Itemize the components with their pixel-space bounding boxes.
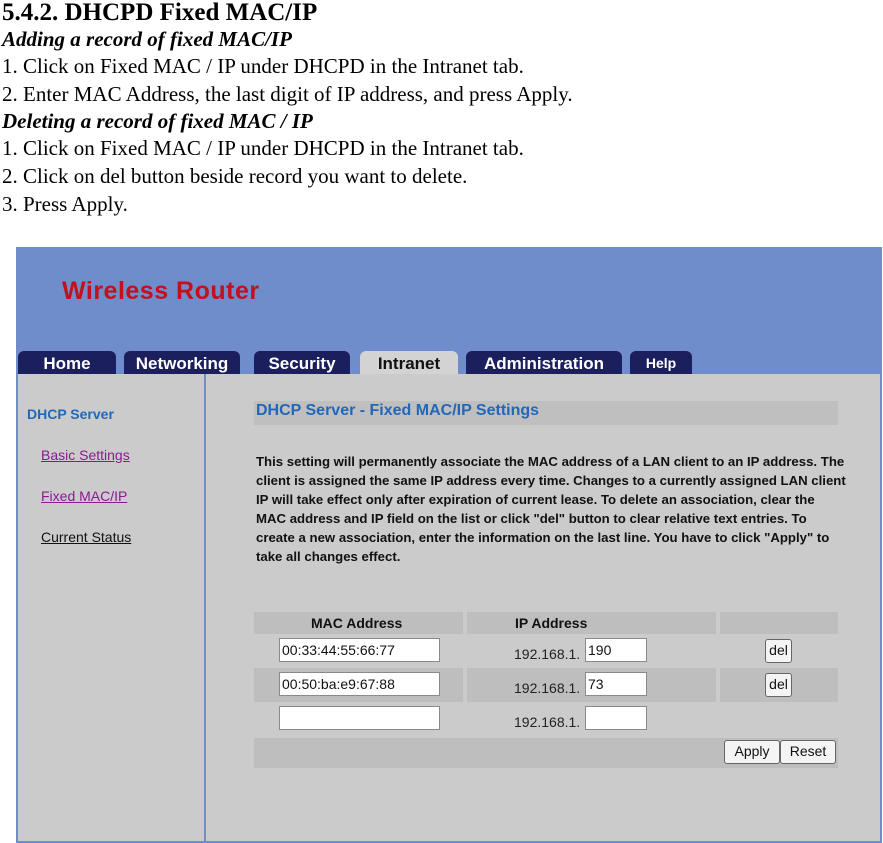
tab-home[interactable]: Home: [18, 351, 116, 374]
router-body: DHCP Server Basic Settings Fixed MAC/IP …: [16, 374, 882, 843]
ip-prefix: 192.168.1.: [514, 680, 581, 696]
del-button[interactable]: del: [765, 639, 792, 663]
reset-button[interactable]: Reset: [780, 740, 836, 764]
table-row: 192.168.1. del: [254, 634, 838, 668]
content-panel: DHCP Server - Fixed MAC/IP Settings This…: [206, 374, 880, 841]
ip-prefix: 192.168.1.: [514, 714, 581, 730]
table-footer: Apply Reset: [254, 738, 838, 768]
sidebar: DHCP Server Basic Settings Fixed MAC/IP …: [18, 374, 206, 841]
tab-help[interactable]: Help: [630, 351, 692, 374]
deleting-step: 2. Click on del button beside record you…: [2, 164, 468, 188]
column-header-mac: MAC Address: [311, 615, 403, 631]
section-heading: 5.4.2. DHCPD Fixed MAC/IP: [2, 0, 318, 26]
sidebar-item-basic-settings[interactable]: Basic Settings: [41, 447, 130, 463]
router-screenshot: Wireless Router Home Networking Security…: [16, 247, 882, 843]
new-mac-address-input[interactable]: [279, 706, 440, 730]
adding-step: 1. Click on Fixed MAC / IP under DHCPD i…: [2, 54, 524, 78]
deleting-step: 3. Press Apply.: [2, 192, 128, 216]
ip-last-octet-input[interactable]: [585, 638, 647, 662]
new-ip-last-octet-input[interactable]: [585, 706, 647, 730]
table-row: 192.168.1. del: [254, 668, 838, 702]
router-header: Wireless Router Home Networking Security…: [16, 247, 882, 374]
sidebar-item-current-status[interactable]: Current Status: [41, 529, 131, 545]
mac-address-input[interactable]: [279, 672, 440, 696]
column-header-ip: IP Address: [515, 615, 588, 631]
adding-step: 2. Enter MAC Address, the last digit of …: [2, 82, 573, 106]
table-header: MAC Address IP Address: [254, 612, 838, 634]
ip-prefix: 192.168.1.: [514, 646, 581, 662]
tab-security[interactable]: Security: [254, 351, 350, 374]
page-title-bar: DHCP Server - Fixed MAC/IP Settings: [254, 401, 838, 425]
ip-last-octet-input[interactable]: [585, 672, 647, 696]
tab-intranet[interactable]: Intranet: [360, 351, 458, 374]
manual-text: 5.4.2. DHCPD Fixed MAC/IP Adding a recor…: [2, 0, 573, 218]
del-button[interactable]: del: [765, 673, 792, 697]
router-logo: Wireless Router: [62, 277, 260, 305]
mac-address-input[interactable]: [279, 638, 440, 662]
description: This setting will permanently associate …: [256, 454, 846, 564]
page-title: DHCP Server - Fixed MAC/IP Settings: [256, 402, 540, 419]
sidebar-item-fixed-mac-ip[interactable]: Fixed MAC/IP: [41, 488, 127, 504]
tab-networking[interactable]: Networking: [124, 351, 240, 374]
apply-button[interactable]: Apply: [724, 740, 780, 764]
fixed-mac-ip-table: MAC Address IP Address 192.168.1. del 19…: [254, 612, 838, 768]
sidebar-title: DHCP Server: [27, 406, 114, 422]
table-row-new: 192.168.1.: [254, 702, 838, 736]
deleting-subheading: Deleting a record of fixed MAC / IP: [2, 109, 313, 133]
tab-administration[interactable]: Administration: [466, 351, 622, 374]
deleting-step: 1. Click on Fixed MAC / IP under DHCPD i…: [2, 136, 524, 160]
adding-subheading: Adding a record of fixed MAC/IP: [2, 27, 292, 51]
